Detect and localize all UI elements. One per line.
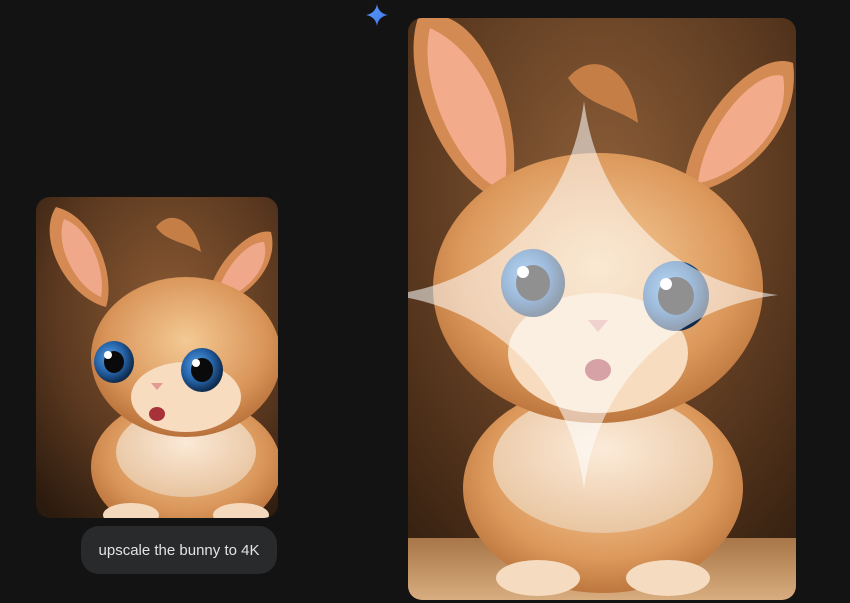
generated-image[interactable] (408, 18, 796, 600)
user-message-bubble: upscale the bunny to 4K (81, 526, 277, 574)
chat-page: upscale the bunny to 4K (0, 0, 850, 603)
user-message-text: upscale the bunny to 4K (98, 541, 260, 559)
user-uploaded-image[interactable] (36, 197, 278, 518)
sparkle-watermark-icon (408, 101, 778, 489)
bunny-image (36, 197, 278, 518)
gemini-sparkle-icon (366, 4, 388, 26)
